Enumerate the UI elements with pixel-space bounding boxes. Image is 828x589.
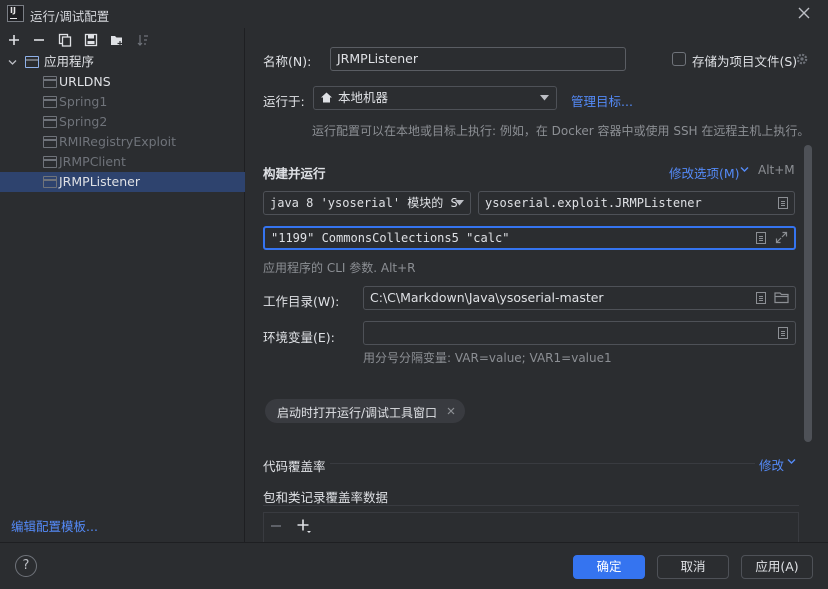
chevron-down-icon[interactable] [787, 458, 796, 465]
apply-button[interactable]: 应用(A) [741, 555, 813, 579]
title-bar [0, 0, 828, 28]
jdk-value: java 8 'ysoserial' 模块的 S [270, 196, 458, 210]
chevron-down-icon[interactable] [740, 166, 749, 173]
tree-item-label: RMIRegistryExploit [59, 134, 177, 149]
run-on-hint: 运行配置可以在本地或目标上执行: 例如，在 Docker 容器中或使用 SSH … [312, 124, 810, 138]
tree-item-spring2[interactable]: Spring2 [0, 112, 245, 132]
name-input[interactable]: JRMPListener [330, 47, 626, 71]
configuration-tree-panel: 应用程序 URLDNS Spring1 Spring2 RMIRegistryE… [0, 28, 245, 542]
expand-args-doc-icon[interactable] [756, 232, 766, 244]
run-config-icon [43, 156, 57, 168]
window-title: 运行/调试配置 [30, 9, 110, 24]
program-args-hint: 应用程序的 CLI 参数. Alt+R [263, 261, 416, 275]
application-icon [25, 56, 39, 68]
manage-targets-link[interactable]: 管理目标... [571, 91, 633, 110]
sort-icon[interactable] [136, 33, 150, 47]
new-folder-icon[interactable] [110, 33, 124, 47]
coverage-separator [330, 463, 755, 464]
env-vars-input[interactable] [363, 321, 796, 345]
build-run-section-title: 构建并运行 [263, 166, 326, 181]
gear-icon[interactable] [795, 52, 809, 66]
tree-item-label: Spring2 [59, 114, 108, 129]
coverage-modify-link[interactable]: 修改 [759, 455, 784, 474]
tree-item-label: Spring1 [59, 94, 108, 109]
program-args-input[interactable]: "1199" CommonsCollections5 "calc" [263, 226, 796, 250]
main-class-input[interactable]: ysoserial.exploit.JRMPListener [478, 191, 795, 215]
add-icon[interactable] [7, 33, 21, 47]
chip-label: 启动时打开运行/调试工具窗口 [277, 406, 438, 420]
tree-group-application[interactable]: 应用程序 [0, 52, 245, 72]
modify-options-link[interactable]: 修改选项(M) [669, 163, 740, 182]
run-on-value: 本地机器 [338, 90, 389, 105]
close-icon[interactable] [796, 5, 812, 21]
name-label: 名称(N): [263, 54, 312, 69]
workdir-input[interactable]: C:\C\Markdown\Java\ysoserial-master [363, 286, 796, 310]
dropdown-arrow-icon [455, 200, 464, 206]
store-as-project-file-checkbox[interactable] [672, 52, 686, 66]
run-on-label: 运行于: [263, 94, 305, 109]
store-as-project-file-label: 存储为项目文件(S) [692, 54, 798, 69]
expand-icon[interactable] [775, 231, 788, 244]
env-vars-label: 环境变量(E): [263, 330, 335, 345]
remove-chip-icon[interactable] [446, 406, 456, 416]
dialog-footer: ? 确定 取消 应用(A) [0, 542, 828, 589]
intellij-logo-icon: IJ [7, 5, 24, 22]
run-config-icon [43, 76, 57, 88]
dropdown-arrow-icon [540, 95, 549, 101]
tree-item-rmiregistryexploit[interactable]: RMIRegistryExploit [0, 132, 245, 152]
remove-icon[interactable] [270, 520, 282, 532]
coverage-label: 代码覆盖率 [263, 459, 326, 474]
env-vars-edit-icon[interactable] [778, 327, 788, 339]
workdir-label: 工作目录(W): [263, 294, 340, 309]
cancel-button[interactable]: 取消 [657, 555, 729, 579]
save-icon[interactable] [84, 33, 98, 47]
chevron-down-icon[interactable] [8, 58, 17, 67]
jdk-select[interactable]: java 8 'ysoserial' 模块的 S [263, 191, 471, 215]
edit-config-templates-link[interactable]: 编辑配置模板... [11, 516, 98, 535]
run-config-icon [43, 96, 57, 108]
tree-item-label: URLDNS [59, 74, 111, 89]
home-icon [321, 92, 332, 103]
run-on-select[interactable]: 本地机器 [313, 86, 557, 110]
tree-item-spring1[interactable]: Spring1 [0, 92, 245, 112]
remove-icon[interactable] [32, 33, 46, 47]
tree-group-label: 应用程序 [44, 54, 95, 69]
package-coverage-table [263, 512, 799, 542]
tree-item-label: JRMPListener [59, 174, 140, 189]
env-vars-hint: 用分号分隔变量: VAR=value; VAR1=value1 [363, 351, 612, 365]
ok-button[interactable]: 确定 [573, 555, 645, 579]
add-dropdown-icon[interactable] [296, 518, 312, 534]
package-coverage-label: 包和类记录覆盖率数据 [263, 490, 389, 505]
tree-item-jrmplistener[interactable]: JRMPListener [0, 172, 245, 192]
workdir-macro-icon[interactable] [756, 292, 766, 304]
folder-icon[interactable] [774, 291, 790, 304]
copy-icon[interactable] [58, 33, 72, 47]
tree-item-urldns[interactable]: URLDNS [0, 72, 245, 92]
tree-item-label: JRMPClient [59, 154, 126, 169]
section-divider [263, 505, 799, 506]
browse-main-class-icon[interactable] [778, 197, 788, 209]
run-config-icon [43, 136, 57, 148]
help-button[interactable]: ? [15, 555, 37, 577]
run-config-icon [43, 176, 57, 188]
tree-item-jrmpclient[interactable]: JRMPClient [0, 152, 245, 172]
run-config-icon [43, 116, 57, 128]
modify-options-shortcut: Alt+M [758, 163, 795, 177]
scrollbar[interactable] [804, 145, 812, 442]
